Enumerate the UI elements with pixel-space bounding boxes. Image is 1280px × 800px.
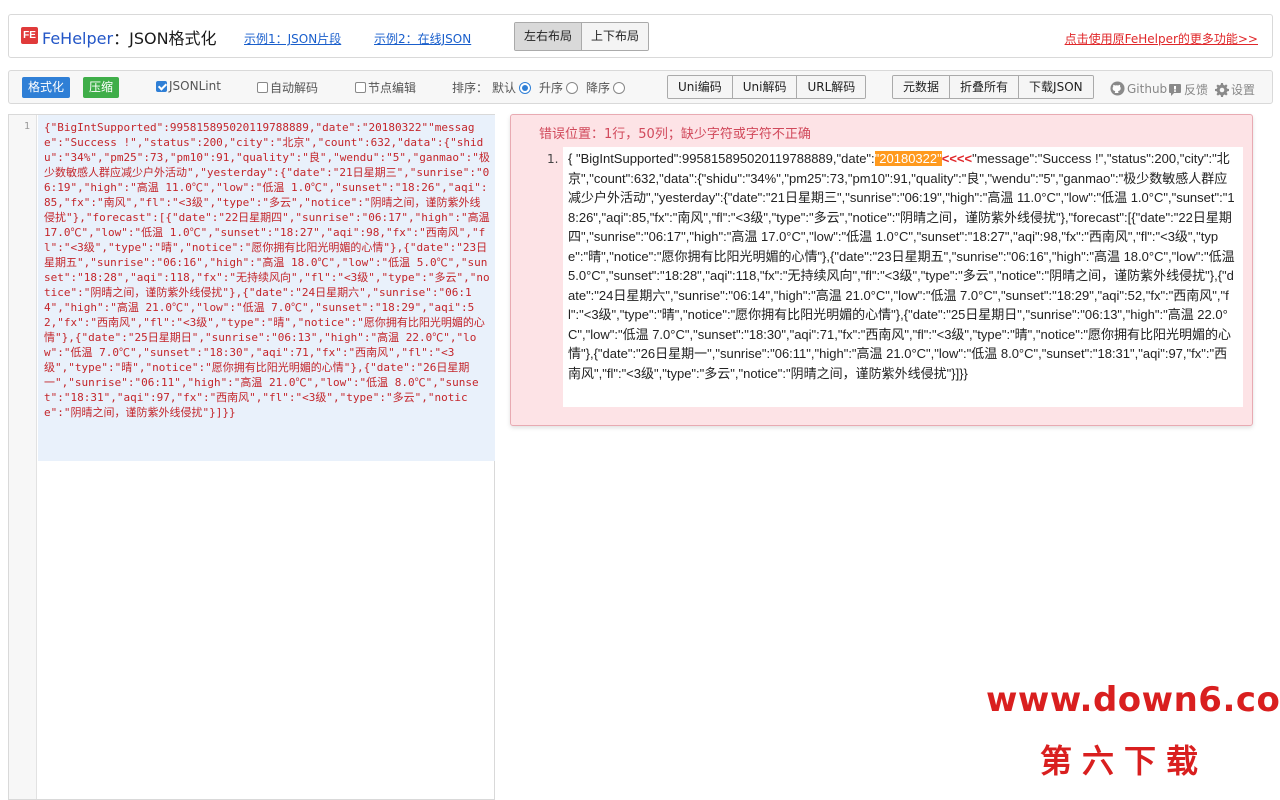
download-json-button[interactable]: 下载JSON — [1018, 76, 1093, 98]
auto-decode-checkbox[interactable]: 自动解码 — [257, 79, 318, 96]
gear-icon — [1215, 82, 1229, 97]
metadata-button[interactable]: 元数据 — [893, 76, 950, 98]
brand-title: JSON格式化 — [129, 29, 217, 48]
more-features-link[interactable]: 点击使用原FeHelper的更多功能>> — [1065, 30, 1258, 47]
brand-separator: ： — [113, 29, 130, 48]
json-input-editor[interactable]: 1 {"BigIntSupported":9958158950201197888… — [8, 114, 495, 800]
compress-button[interactable]: 压缩 — [83, 77, 120, 98]
checkbox-checked-icon — [156, 80, 167, 92]
sort-desc-label: 降序 — [586, 81, 611, 95]
github-label: Github — [1127, 81, 1168, 96]
watermark-site-name: 第六下载 — [1040, 742, 1209, 780]
error-arrow-marker: <<<< — [941, 151, 973, 166]
app-header: FE FeHelper：JSON格式化 示例1：JSON片段 示例2：在线JSO… — [8, 14, 1273, 58]
sort-default-radio[interactable] — [519, 81, 532, 94]
feedback-label: 反馈 — [1184, 83, 1209, 97]
format-button[interactable]: 格式化 — [22, 77, 71, 98]
error-highlight: "20180322" — [874, 151, 942, 166]
json-tools-button-group: 元数据 折叠所有 下载JSON — [892, 75, 1094, 99]
fehelper-logo-icon: FE — [21, 27, 38, 44]
jsonlint-label: JSONLint — [169, 79, 221, 93]
sort-asc-radio[interactable] — [566, 81, 579, 94]
fold-all-button[interactable]: 折叠所有 — [949, 76, 1019, 98]
error-text-before: { "BigIntSupported":99581589502011978888… — [568, 151, 875, 166]
error-json-text: { "BigIntSupported":99581589502011978888… — [563, 147, 1243, 407]
unicode-encode-button[interactable]: Uni编码 — [668, 76, 732, 98]
feedback-link[interactable]: 反馈 — [1168, 81, 1208, 98]
github-icon — [1110, 81, 1125, 96]
json-error-panel: 错误位置：1行，50列；缺少字符或字符不正确 1. { "BigIntSuppo… — [510, 114, 1253, 426]
checkbox-unchecked-icon — [355, 82, 366, 93]
layout-switch: 左右布局 上下布局 — [514, 22, 650, 51]
line-number-gutter: 1 — [9, 115, 37, 799]
toolbar: 格式化 压缩 JSONLint 自动解码 节点编辑 排序： 默认 升序 降序 U… — [8, 70, 1273, 104]
feedback-icon — [1169, 83, 1181, 96]
sort-desc-radio[interactable] — [613, 81, 626, 94]
page-title: FeHelper：JSON格式化 — [42, 25, 217, 49]
unicode-decode-button[interactable]: Uni解码 — [731, 76, 797, 98]
error-text-after: "message":"Success !","status":200,"city… — [568, 151, 1235, 381]
settings-label: 设置 — [1231, 83, 1256, 97]
example-online-json-link[interactable]: 示例2：在线JSON — [374, 30, 471, 47]
settings-link[interactable]: 设置 — [1215, 81, 1255, 98]
layout-top-bottom-button[interactable]: 上下布局 — [581, 23, 649, 50]
example-json-snippet-link[interactable]: 示例1：JSON片段 — [244, 30, 341, 47]
node-edit-checkbox[interactable]: 节点编辑 — [355, 79, 416, 96]
line-number: 1 — [23, 121, 30, 132]
brand-name: FeHelper — [42, 29, 114, 48]
github-link[interactable]: Github — [1110, 81, 1167, 96]
url-decode-button[interactable]: URL解码 — [796, 76, 866, 98]
layout-left-right-button[interactable]: 左右布局 — [515, 23, 582, 50]
sort-options: 排序： 默认 升序 降序 — [452, 79, 633, 96]
jsonlint-checkbox[interactable]: JSONLint — [156, 79, 221, 93]
auto-decode-label: 自动解码 — [270, 81, 319, 95]
node-edit-label: 节点编辑 — [368, 81, 417, 95]
watermark-url: www.down6.com — [986, 680, 1280, 720]
checkbox-unchecked-icon — [257, 82, 268, 93]
json-source-text[interactable]: {"BigIntSupported":995815895020119788889… — [38, 115, 495, 461]
sort-label: 排序： — [452, 81, 489, 95]
sort-default-label: 默认 — [492, 81, 517, 95]
sort-asc-label: 升序 — [539, 81, 564, 95]
error-item-number: 1. — [547, 152, 559, 166]
error-location-message: 错误位置：1行，50列；缺少字符或字符不正确 — [539, 127, 811, 142]
encode-button-group: Uni编码 Uni解码 URL解码 — [667, 75, 867, 99]
